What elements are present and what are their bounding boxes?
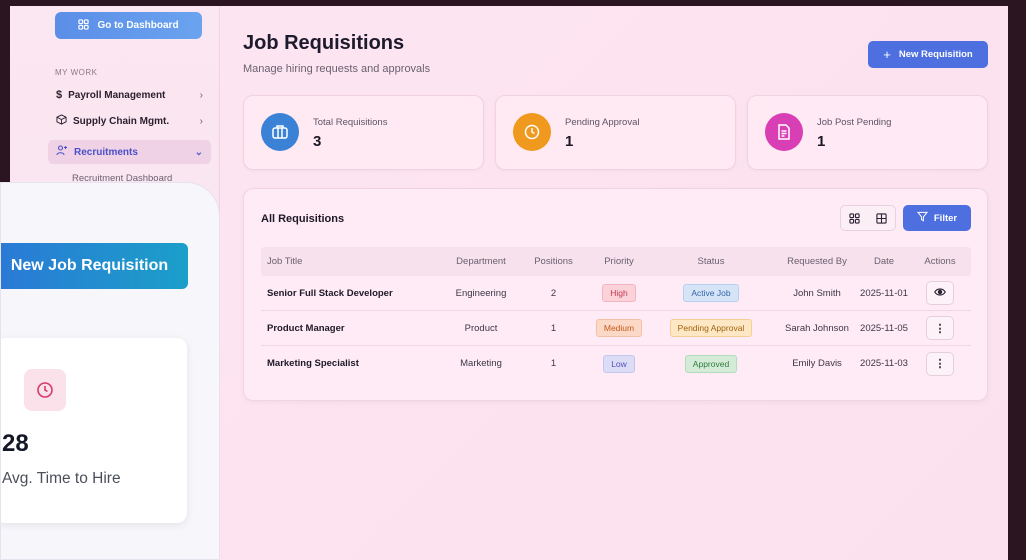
eye-icon [934,287,946,300]
document-icon [765,113,803,151]
box-icon [56,114,67,128]
priority-badge: Medium [595,319,643,337]
sidebar-item-label: Supply Chain Mgmt. [73,115,170,127]
chevron-right-icon: › [199,115,203,127]
table-header: Job Title Department Positions Priority … [261,247,971,276]
table-row[interactable]: Senior Full Stack Developer Engineering … [261,276,971,311]
view-toggle [840,205,896,231]
kebab-menu-icon: ⋮ [934,322,946,335]
new-requisition-button[interactable]: + New Requisition [868,41,988,68]
column-header[interactable]: Status [656,247,766,276]
department: Marketing [460,358,502,369]
stat-card-pending-approval: Pending Approval 1 [495,95,736,170]
job-title: Senior Full Stack Developer [267,287,393,299]
stat-label: Job Post Pending [817,117,892,128]
briefcase-icon [261,113,299,151]
date: 2025-11-03 [860,358,908,369]
stat-value: 1 [565,133,574,150]
grid-icon [78,18,90,33]
filter-label: Filter [933,212,958,224]
sidebar-item-payroll[interactable]: $ Payroll Management › [48,83,211,107]
table-row[interactable]: Marketing Specialist Marketing 1 Low App… [261,346,971,381]
job-title: Marketing Specialist [267,358,359,369]
stat-label: Pending Approval [565,117,640,128]
column-header: Actions [924,256,956,267]
avg-time-to-hire-card: 28 Avg. Time to Hire [1,338,187,523]
sidebar-item-label: Payroll Management [68,89,166,101]
sidebar-item-supply-chain[interactable]: Supply Chain Mgmt. › [48,109,211,133]
positions: 1 [550,358,557,369]
status-badge: Active Job [683,284,739,302]
page-subtitle: Manage hiring requests and approvals [243,63,431,75]
stat-value: 3 [313,133,322,150]
stat-label: Avg. Time to Hire [2,470,121,487]
filter-icon [916,211,929,225]
department: Product [464,322,498,334]
page-title: Job Requisitions [243,32,405,54]
go-to-dashboard-button[interactable]: Go to Dashboard [55,12,202,39]
more-actions-button[interactable]: ⋮ [926,316,954,340]
sidebar-item-label: Recruitments [74,146,138,158]
department: Engineering [455,287,507,299]
kebab-menu-icon: ⋮ [934,358,946,370]
column-header[interactable]: Department [431,247,531,276]
zoom-overlay: New Job Requisition 28 Avg. Time to Hire [0,182,220,560]
view-button[interactable] [926,281,954,305]
chevron-right-icon: › [199,89,203,101]
positions: 2 [550,287,557,299]
clock-icon [24,369,66,411]
table-view-icon[interactable] [868,206,895,230]
column-header[interactable]: Job Title [267,247,302,276]
chevron-down-icon: ⌄ [194,146,203,158]
stat-value: 1 [817,133,826,150]
priority-badge: Low [603,354,635,373]
date: 2025-11-05 [860,322,908,334]
go-to-dashboard-label: Go to Dashboard [97,20,179,31]
filter-button[interactable]: Filter [903,205,971,231]
date: 2025-11-01 [860,287,908,299]
column-header[interactable]: Priority [579,247,659,276]
job-title: Product Manager [267,322,345,334]
clock-icon [513,113,551,151]
stat-value: 28 [2,430,29,457]
column-header[interactable]: Positions [521,247,586,276]
stat-card-total: Total Requisitions 3 [243,95,484,170]
sidebar-item-recruitments[interactable]: Recruitments ⌄ [48,140,211,164]
dollar-icon: $ [56,89,63,101]
priority-badge: High [602,284,636,302]
plus-icon: + [883,47,891,62]
status-badge: Pending Approval [669,319,753,337]
users-icon [56,145,68,159]
grid-view-icon[interactable] [841,206,868,230]
requisitions-table-card: All Requisitions Filter Job Title Depart… [243,188,988,401]
table-title: All Requisitions [261,213,345,225]
new-job-requisition-button[interactable]: New Job Requisition [1,243,188,289]
column-header[interactable]: Date [852,247,916,276]
more-actions-button[interactable]: ⋮ [926,351,954,376]
positions: 1 [550,322,557,334]
new-requisition-label: New Requisition [898,49,973,60]
stat-card-job-post-pending: Job Post Pending 1 [747,95,988,170]
status-badge: Approved [684,354,738,373]
table-row[interactable]: Product Manager Product 1 Medium Pending… [261,311,971,346]
stat-label: Total Requisitions [313,117,388,128]
section-label-my-work: MY WORK [55,68,98,77]
